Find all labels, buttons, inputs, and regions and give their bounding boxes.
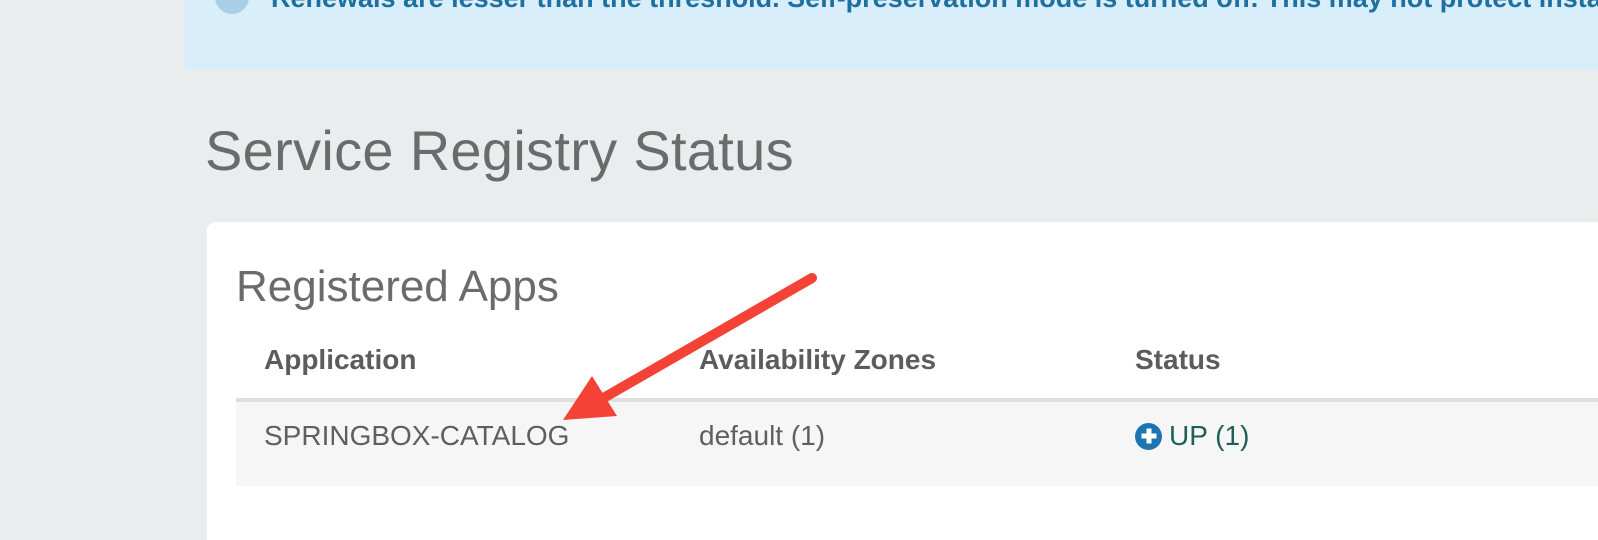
alert-text: Renewals are lesser than the threshold. … bbox=[271, 0, 1598, 14]
alert-banner: Renewals are lesser than the threshold. … bbox=[185, 0, 1598, 70]
status-cell: UP (1) bbox=[1135, 420, 1249, 452]
table-row: SPRINGBOX-CATALOG default (1) UP (1) bbox=[236, 402, 1598, 486]
availability-zones-cell: default (1) bbox=[699, 420, 826, 451]
table-header: Application Availability Zones Status bbox=[236, 334, 1598, 402]
application-name-cell: SPRINGBOX-CATALOG bbox=[264, 420, 570, 451]
status-text: UP (1) bbox=[1169, 420, 1250, 451]
registered-apps-panel: Registered Apps Application Availability… bbox=[207, 222, 1598, 540]
column-header-status: Status bbox=[1135, 344, 1221, 375]
page-title: Service Registry Status bbox=[205, 119, 794, 182]
plus-circle-icon bbox=[1135, 422, 1162, 450]
registered-apps-title: Registered Apps bbox=[236, 262, 559, 311]
column-header-availability-zones: Availability Zones bbox=[699, 344, 937, 375]
registered-apps-table: Application Availability Zones Status SP… bbox=[236, 334, 1598, 486]
column-header-application: Application bbox=[264, 344, 417, 375]
info-icon bbox=[215, 0, 249, 14]
